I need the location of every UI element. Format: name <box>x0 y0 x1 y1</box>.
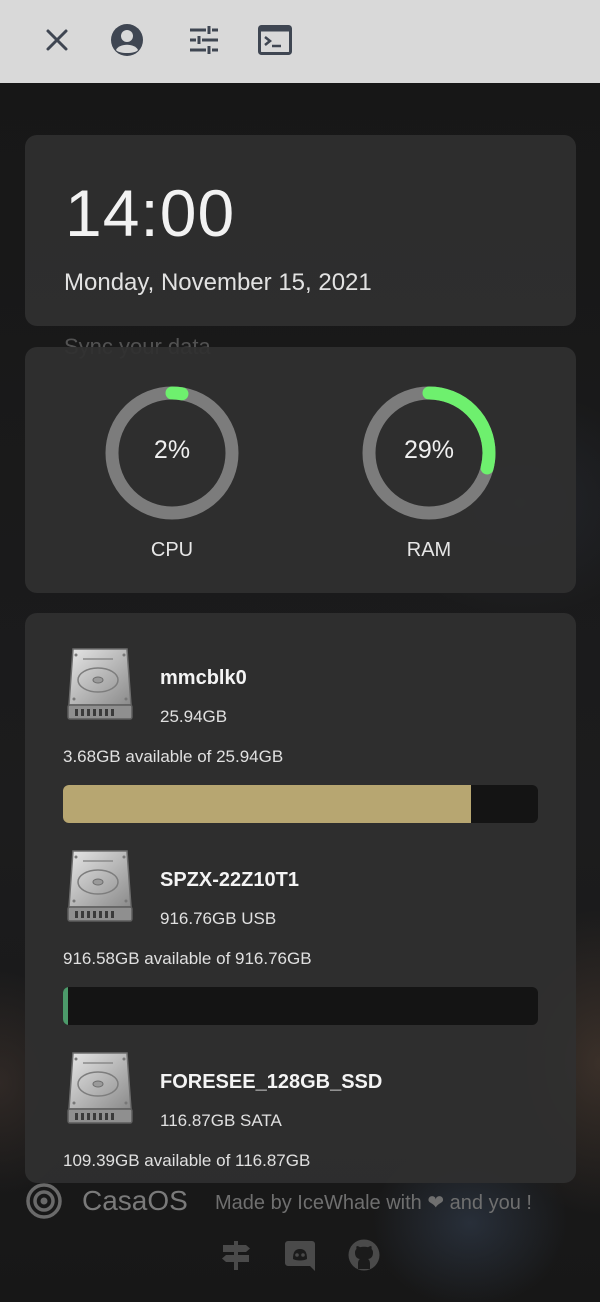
disk-size: 116.87GB SATA <box>160 1111 282 1130</box>
disk-usage-fill <box>63 987 68 1025</box>
disk-available: 916.58GB available of 916.76GB <box>63 949 312 968</box>
discord-link[interactable] <box>283 1238 317 1272</box>
close-icon <box>46 29 68 51</box>
system-stats-widget: 2% CPU 29% RAM <box>25 347 576 593</box>
signpost-link[interactable] <box>219 1238 253 1272</box>
ram-label: RAM <box>406 539 452 561</box>
disk-available: 3.68GB available of 25.94GB <box>63 747 284 766</box>
discord-icon <box>285 1241 315 1271</box>
casaos-logo <box>25 1182 63 1220</box>
clock-widget: 14:00 Monday, November 15, 2021 <box>25 135 576 326</box>
account-circle-icon <box>111 24 143 56</box>
settings-button[interactable] <box>184 20 224 60</box>
disk-size: 25.94GB <box>160 707 228 726</box>
disk-usage-fill <box>63 785 471 823</box>
clock-time: 14:00 <box>65 176 236 250</box>
account-button[interactable] <box>107 20 147 60</box>
tune-icon <box>190 26 218 54</box>
disk-usage-bar <box>63 987 538 1025</box>
storage-widget: mmcblk0 25.94GB 3.68GB available of 25.9… <box>25 613 576 1183</box>
ram-percent: 29% <box>403 436 455 464</box>
cpu-percent: 2% <box>153 436 191 464</box>
disk-item: SPZX-22Z10T1 916.76GB USB 916.58GB avail… <box>25 827 576 1027</box>
terminal-icon <box>258 25 292 55</box>
cpu-gauge: 2% <box>102 383 242 523</box>
hard-drive-icon <box>65 849 135 925</box>
casaos-logo-icon <box>26 1183 62 1219</box>
brand-name: CasaOS <box>82 1185 188 1216</box>
footer-tagline: Made by IceWhale with ❤ and you ! <box>215 1190 532 1215</box>
clock-date: Monday, November 15, 2021 <box>64 269 372 296</box>
github-link[interactable] <box>347 1238 381 1272</box>
signpost-icon <box>222 1241 250 1270</box>
disk-name: SPZX-22Z10T1 <box>160 869 299 891</box>
cpu-label: CPU <box>150 539 194 561</box>
disk-item: FORESEE_128GB_SSD 116.87GB SATA 109.39GB… <box>25 1029 576 1183</box>
tagline-before: Made by IceWhale with <box>215 1192 422 1214</box>
disk-name: FORESEE_128GB_SSD <box>160 1071 383 1093</box>
heart-icon: ❤ <box>427 1192 445 1214</box>
tagline-after: and you ! <box>449 1192 532 1214</box>
hard-drive-icon <box>65 1051 135 1127</box>
github-icon <box>348 1239 380 1271</box>
top-toolbar <box>0 0 600 83</box>
ram-gauge: 29% <box>359 383 499 523</box>
disk-size: 916.76GB USB <box>160 909 277 928</box>
terminal-button[interactable] <box>255 20 295 60</box>
disk-item: mmcblk0 25.94GB 3.68GB available of 25.9… <box>25 625 576 825</box>
disk-available: 109.39GB available of 116.87GB <box>63 1151 311 1170</box>
disk-usage-bar <box>63 785 538 823</box>
hard-drive-icon <box>65 647 135 723</box>
close-button[interactable] <box>37 20 77 60</box>
disk-name: mmcblk0 <box>160 667 247 689</box>
